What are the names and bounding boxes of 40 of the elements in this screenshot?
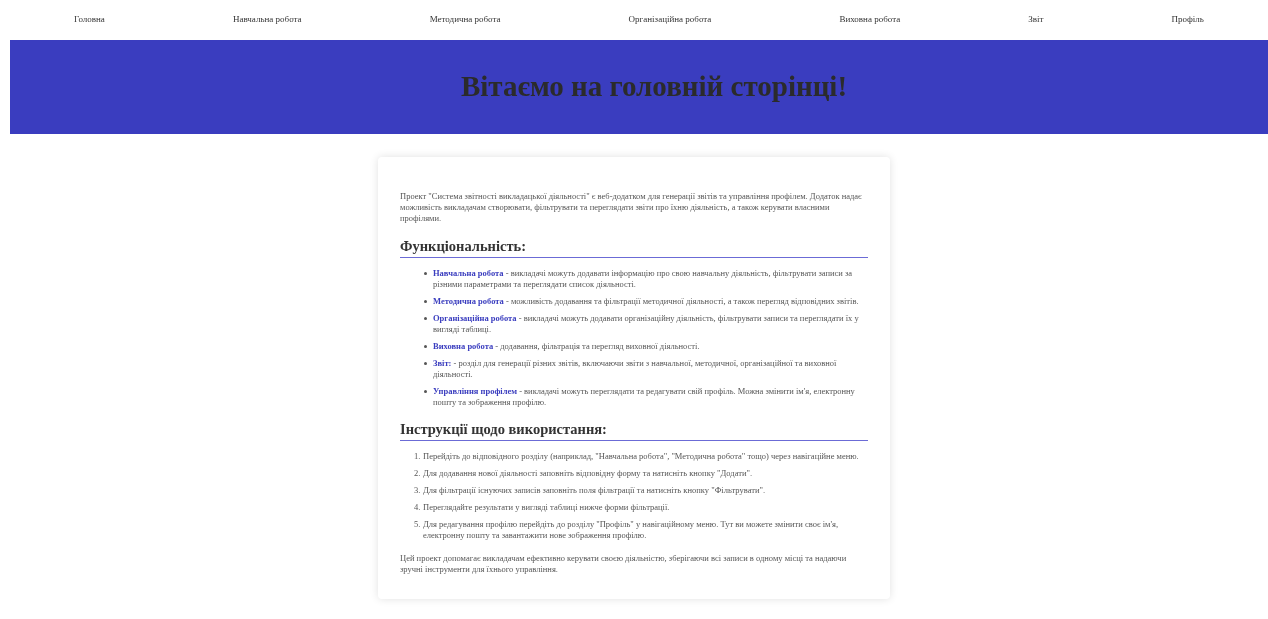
feature-item: Навчальна робота - викладачі можуть додавати інформацію про свою навчальну діяльність, фільтрувати записи за різними параметрами та переглядати список діяльності. <box>433 268 854 290</box>
nav-link[interactable]: Профіль <box>1171 13 1204 27</box>
nav-link[interactable]: Навчальна робота <box>232 13 302 27</box>
step-number: 1. <box>414 451 422 462</box>
feature-link[interactable]: Навчальна робота <box>433 268 504 278</box>
step-text: Для фільтрації існуючих записів заповніть поля фільтрації та натисніть кнопку "Фільтрувати". <box>423 485 766 496</box>
feature-item: Звіт: - розділ для генерації різних звітів, включаючи звіти з навчальної, методичної, організаційної та виховної діяльності. <box>433 358 838 380</box>
feature-item: Організаційна робота - викладачі можуть додавати організаційну діяльність, фільтрувати записи та переглядати їх у вигляді таблиці. <box>433 313 860 335</box>
step-text: Для додавання нової діяльності заповніть відповідну форму та натисніть кнопку "Додати". <box>423 468 753 479</box>
feature-link[interactable]: Методична робота <box>433 296 504 306</box>
feature-item: Методична робота - можливість додавання та фільтрації методичної діяльності, а також перегляд відповідних звітів. <box>433 296 859 307</box>
intro-paragraph: Проект "Система звітності викладацької діяльності" є веб-додатком для генерації звітів та управління профілем. Додаток надає можливість викладачам створювати, фільтрувати та переглядати звіти про їхню діяльність, а також керувати власними профілями. <box>400 191 863 224</box>
step-number: 3. <box>414 485 422 496</box>
section-heading: Інструкції щодо використання: <box>400 420 868 441</box>
nav-link[interactable]: Організаційна робота <box>628 13 712 27</box>
nav-link[interactable]: Звіт <box>1028 13 1044 27</box>
nav-link[interactable]: Методична робота <box>429 13 501 27</box>
section-heading: Функціональність: <box>400 237 868 258</box>
bullet-icon <box>424 272 427 275</box>
bullet-icon <box>424 345 427 348</box>
feature-item: Виховна робота - додавання, фільтрація та перегляд виховної діяльності. <box>433 341 700 352</box>
bullet-icon <box>424 300 427 303</box>
step-number: 4. <box>414 502 422 513</box>
bullet-icon <box>424 317 427 320</box>
step-text: Перейдіть до відповідного розділу (наприклад, "Навчальна робота", "Методична робота" тощо) через навігаційне меню. <box>423 451 859 462</box>
step-number: 2. <box>414 468 422 479</box>
outro-paragraph: Цей проект допомагає викладачам ефективно керувати своєю діяльністю, зберігаючи всі записи в одному місці та надаючи зручні інструменти для їхнього управління. <box>400 553 848 575</box>
feature-item: Управління профілем - викладачі можуть переглядати та редагувати свій профіль. Можна змінити ім'я, електронну пошту та зображення профілю. <box>433 386 856 408</box>
bullet-icon <box>424 362 427 365</box>
nav-link[interactable]: Головна <box>74 13 105 27</box>
feature-link[interactable]: Виховна робота <box>433 341 494 351</box>
feature-link[interactable]: Організаційна робота <box>433 313 517 323</box>
step-number: 5. <box>414 519 422 531</box>
step-text: Для редагування профілю перейдіть до розділу "Профіль" у навігаційному меню. Тут ви можете змінити своє ім'я, електронну пошту та завантажити нове зображення профілю. <box>423 519 840 541</box>
bullet-icon <box>424 390 427 393</box>
nav-link[interactable]: Виховна робота <box>839 13 901 27</box>
feature-link[interactable]: Управління профілем <box>433 386 517 396</box>
feature-link[interactable]: Звіт: <box>433 358 452 368</box>
banner-title: Вітаємо на головній сторінці! <box>459 69 848 105</box>
step-text: Переглядайте результати у вигляді таблиці нижче форми фільтрації. <box>423 502 670 513</box>
